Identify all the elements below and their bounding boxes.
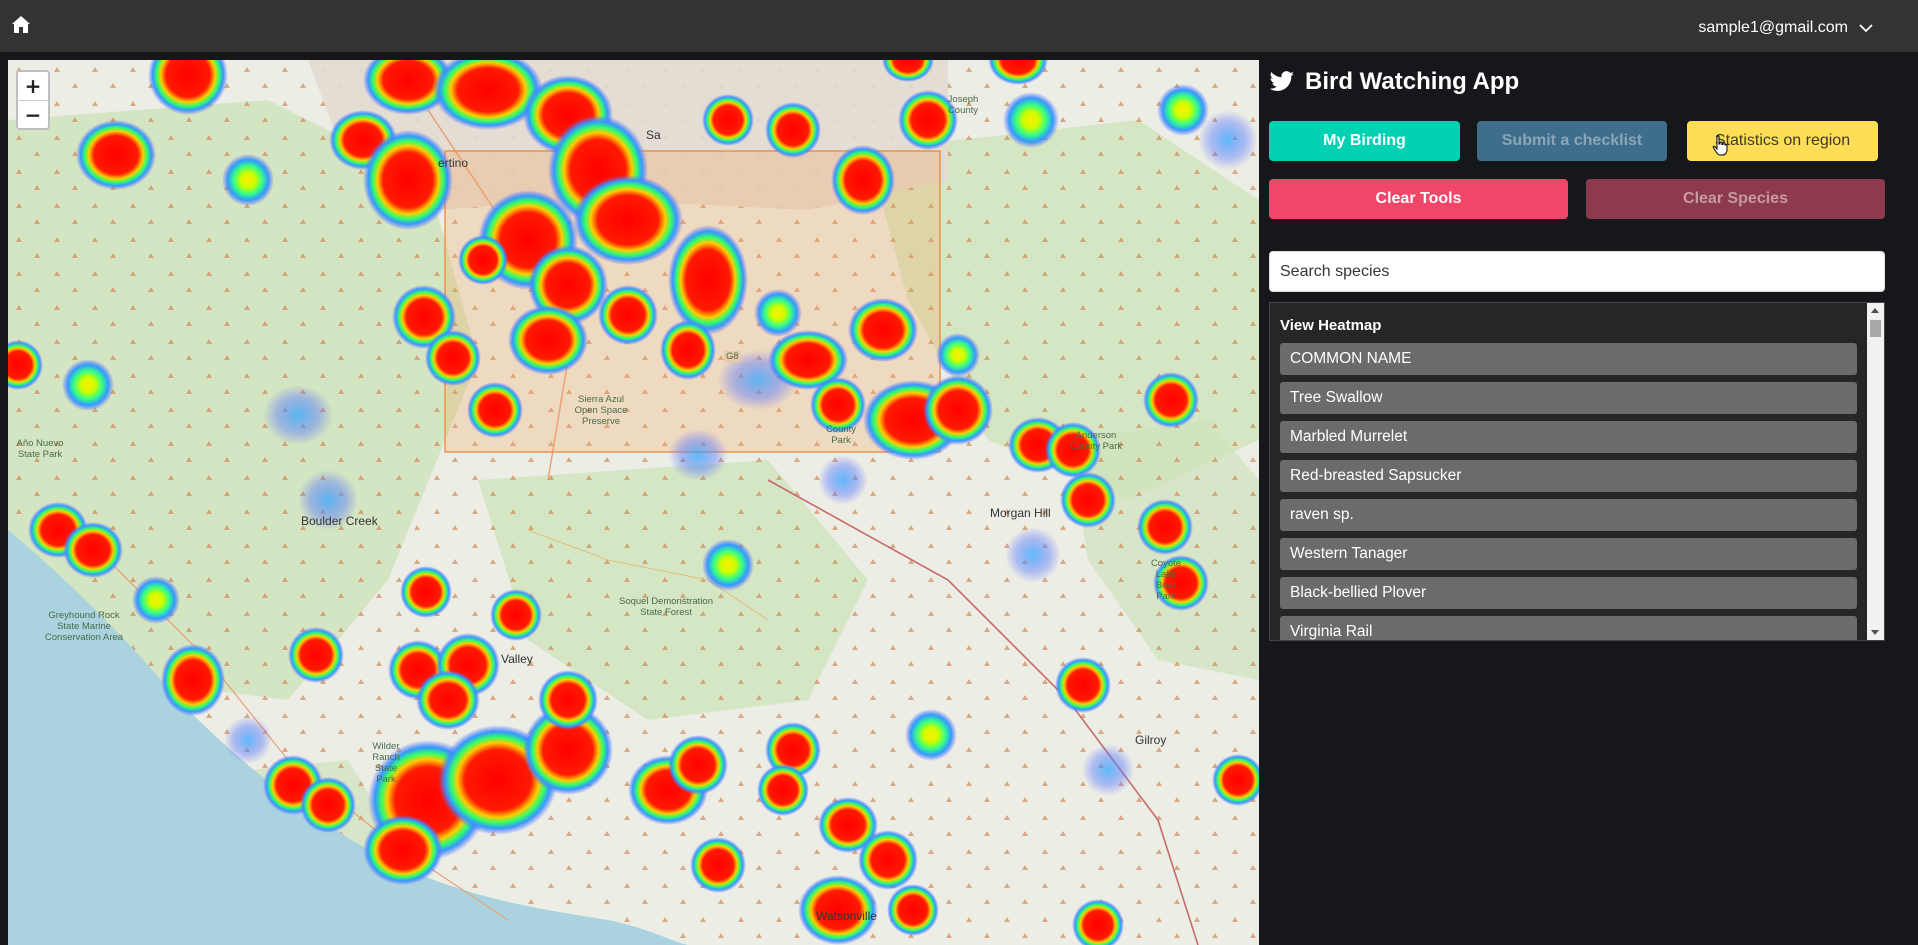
map-label-g8: G8	[724, 351, 741, 362]
map-label-san-jose: Sa	[646, 128, 661, 142]
clear-tools-button[interactable]: Clear Tools	[1269, 179, 1568, 219]
scroll-down-icon[interactable]	[1871, 630, 1879, 635]
map-label-wilder-ranch: Wilder Ranch State Park	[372, 741, 400, 785]
twitter-bird-icon	[1269, 71, 1294, 91]
species-item-western-tanager[interactable]: Western Tanager	[1280, 538, 1857, 570]
map-label-ano-nuevo: Año Nuevo State Park	[16, 438, 64, 460]
species-item-virginia-rail[interactable]: Virginia Rail	[1280, 616, 1857, 640]
zoom-out-button[interactable]: −	[18, 100, 48, 128]
map-label-gilroy: Gilroy	[1135, 733, 1167, 747]
user-email: sample1@gmail.com	[1698, 19, 1848, 36]
species-item-tree-swallow[interactable]: Tree Swallow	[1280, 382, 1857, 414]
zoom-in-button[interactable]: +	[18, 72, 48, 100]
map-label-coyote-lake: Coyote Lake Bear Park	[1150, 558, 1182, 602]
map-label-soquel: Soquel Demonstration State Forest	[619, 596, 713, 618]
statistics-on-region-button[interactable]: Statistics on region	[1687, 121, 1878, 161]
map-label-anderson: Anderson County Park	[1069, 430, 1123, 452]
clear-species-button[interactable]: Clear Species	[1586, 179, 1885, 219]
my-birding-button[interactable]: My Birding	[1269, 121, 1460, 161]
scroll-up-icon[interactable]	[1871, 308, 1879, 313]
map-label-morgan-hill: Morgan Hill	[990, 506, 1051, 520]
map-label-greyhound-rock: Greyhound Rock State Marine Conservation…	[44, 610, 124, 643]
species-list-scrollbar[interactable]	[1867, 303, 1884, 640]
species-item-common-name[interactable]: COMMON NAME	[1280, 343, 1857, 375]
chevron-down-icon	[1859, 24, 1873, 33]
home-icon[interactable]	[9, 13, 33, 37]
submit-checklist-button[interactable]: Submit a checklist	[1477, 121, 1667, 161]
scroll-thumb[interactable]	[1870, 320, 1881, 337]
map-canvas[interactable]	[8, 60, 1259, 945]
app-title-text: Bird Watching App	[1305, 68, 1520, 95]
species-item-black-bellied-plover[interactable]: Black-bellied Plover	[1280, 577, 1857, 609]
app-title: Bird Watching App	[1269, 68, 1519, 96]
map-label-cupertino: ertino	[438, 156, 469, 170]
map-label-county-park: County Park	[825, 424, 857, 446]
search-species-input[interactable]	[1269, 251, 1885, 292]
zoom-control: + −	[16, 70, 50, 130]
map-label-sierra-azul: Sierra Azul Open Space Preserve	[574, 394, 628, 427]
map-label-boulder-creek: Boulder Creek	[301, 514, 378, 528]
heatmap-species-list: View Heatmap COMMON NAME Tree Swallow Ma…	[1269, 302, 1885, 641]
top-navbar: sample1@gmail.com	[0, 0, 1918, 52]
view-heatmap-title: View Heatmap	[1280, 317, 1382, 334]
map-label-valley: Valley	[501, 652, 533, 666]
map-label-watsonville: Watsonville	[816, 909, 877, 923]
side-panel: Bird Watching App My Birding Submit a ch…	[1259, 52, 1918, 945]
map-view[interactable]: Boulder Creek Morgan Hill Gilroy Watsonv…	[8, 60, 1259, 945]
user-menu[interactable]: sample1@gmail.com	[1698, 19, 1874, 37]
species-item-marbled-murrelet[interactable]: Marbled Murrelet	[1280, 421, 1857, 453]
species-list: COMMON NAME Tree Swallow Marbled Murrele…	[1280, 343, 1857, 640]
map-label-joseph-county: Joseph County	[947, 94, 979, 116]
species-item-raven-sp[interactable]: raven sp.	[1280, 499, 1857, 531]
species-item-red-breasted-sapsucker[interactable]: Red-breasted Sapsucker	[1280, 460, 1857, 492]
